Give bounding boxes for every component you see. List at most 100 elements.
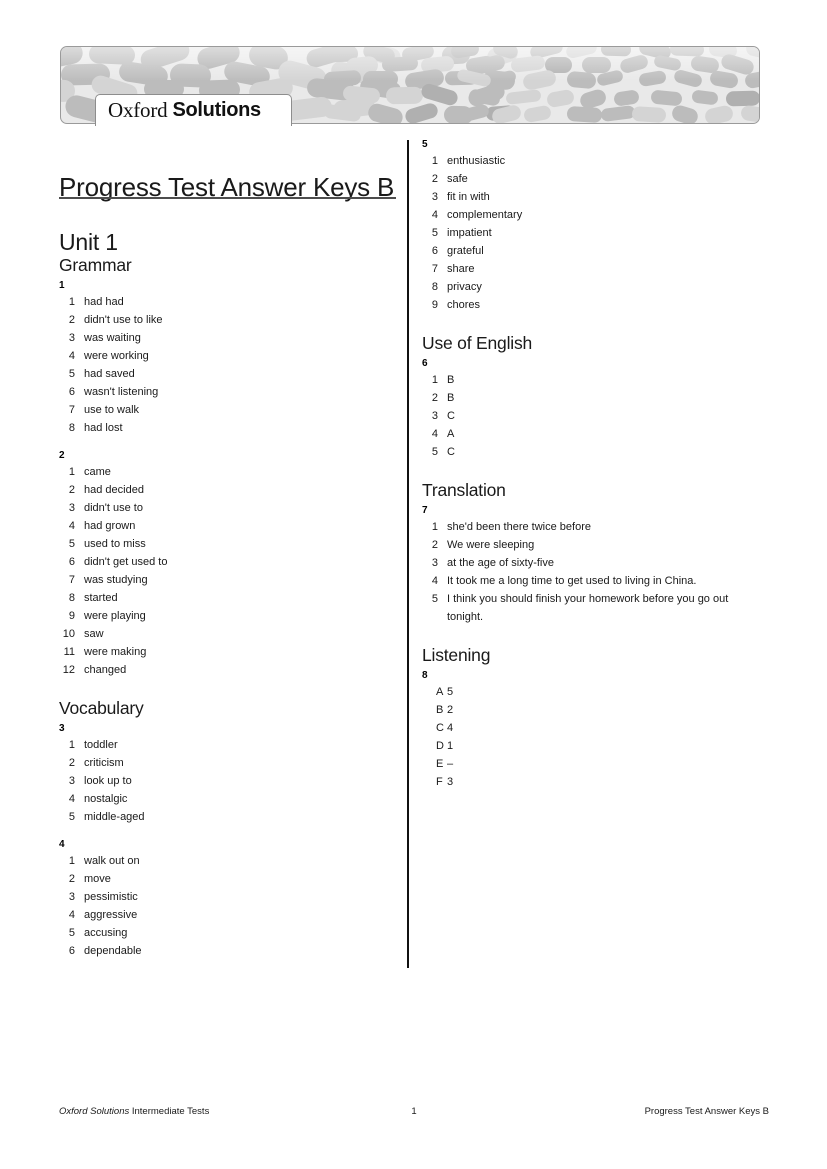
banner-blob: [366, 101, 405, 123]
answer-value: chores: [447, 299, 481, 311]
answer-value: accusing: [84, 927, 128, 939]
answer-item: 4 were working: [59, 347, 389, 365]
answer-value: –: [447, 758, 454, 770]
answer-marker: D: [436, 740, 444, 752]
answer-list: 1 enthusiastic 2 safe 3 fit in with 4 complemen…: [422, 152, 767, 314]
answer-item: 4A: [422, 425, 767, 443]
answer-value: had lost: [84, 422, 123, 434]
answer-marker: B: [436, 704, 444, 716]
footer-series-suffix: Intermediate Tests: [131, 1106, 210, 1117]
answer-item: 3 look up to: [59, 772, 389, 790]
answer-value: middle-aged: [84, 811, 145, 823]
footer-page-number: 1: [411, 1106, 417, 1117]
exercise-number: 3: [59, 723, 65, 734]
title-divider-rule: [59, 197, 396, 199]
answer-marker: 8: [431, 281, 438, 293]
answer-list: 1 had had 2 didn't use to like 3 was waiting 4…: [59, 293, 389, 437]
section-heading: Translation: [422, 480, 506, 500]
answer-list: 1 came 2 had decided 3 didn't use to 4 had grow…: [59, 463, 389, 679]
answer-value: safe: [447, 173, 468, 185]
answer-marker: 2: [68, 757, 75, 769]
unit-heading: Unit 1: [59, 229, 118, 256]
answer-marker: 4: [431, 575, 438, 587]
answer-item: B2: [422, 701, 767, 719]
answer-item: 2B: [422, 389, 767, 407]
answer-item: 2 criticism: [59, 754, 389, 772]
logo-solutions-text: Solutions: [172, 99, 261, 121]
banner-blob: [613, 88, 641, 107]
answer-value: A: [447, 428, 455, 440]
footer-right: Progress Test Answer Keys B: [644, 1106, 769, 1117]
answer-marker: C: [436, 722, 444, 734]
answer-item: 7 was studying: [59, 571, 389, 589]
answer-value: It took me a long time to get used to li…: [447, 575, 697, 587]
answer-item: D1: [422, 737, 767, 755]
answer-value: grateful: [447, 245, 484, 257]
answer-item: 2 had decided: [59, 481, 389, 499]
answer-marker: 4: [431, 428, 438, 440]
answer-value: 2: [447, 704, 454, 716]
answer-item: 2 We were sleeping: [422, 536, 767, 554]
banner-blob: [725, 90, 759, 106]
oxford-solutions-logo: Oxford Solutions: [95, 94, 292, 126]
answer-marker: 5: [431, 593, 438, 605]
footer-left: Oxford Solutions Intermediate Tests: [59, 1106, 384, 1117]
answer-value: nostalgic: [84, 793, 128, 805]
banner-blob: [670, 103, 701, 123]
answer-item: 6 wasn't listening: [59, 383, 389, 401]
answer-item: 2 safe: [422, 170, 767, 188]
answer-item: 4 nostalgic: [59, 790, 389, 808]
answer-item: 8 had lost: [59, 419, 389, 437]
answer-value: share: [447, 263, 475, 275]
answer-item: 8 started: [59, 589, 389, 607]
answer-value: C: [447, 446, 455, 458]
banner-blob: [650, 89, 683, 107]
answer-value: had decided: [84, 484, 144, 496]
answer-marker: 3: [68, 332, 75, 344]
section-heading: Use of English: [422, 333, 533, 353]
answer-value: criticism: [84, 757, 124, 769]
answer-marker: 1: [431, 155, 438, 167]
answer-value: pessimistic: [84, 891, 138, 903]
answer-item: C4: [422, 719, 767, 737]
left-column: Grammar 1 1 had had 2 didn't use to like 3 was …: [59, 255, 389, 960]
answer-marker: 10: [62, 628, 75, 640]
answer-value: were working: [84, 350, 149, 362]
answer-marker: 3: [68, 775, 75, 787]
answer-item: 10 saw: [59, 625, 389, 643]
answer-value: dependable: [84, 945, 142, 957]
answer-marker: 7: [431, 263, 438, 275]
answer-item: 3C: [422, 407, 767, 425]
answer-list: 1 walk out on 2 move 3 pessimistic 4 aggressive…: [59, 852, 389, 960]
answer-marker: 6: [431, 245, 438, 257]
answer-marker: 4: [68, 350, 75, 362]
answer-marker: 8: [68, 422, 75, 434]
answer-value: 1: [447, 740, 454, 752]
answer-value: 5: [447, 686, 454, 698]
answer-marker: 9: [68, 610, 75, 622]
answer-marker: 12: [62, 664, 75, 676]
exercise-number: 6: [422, 358, 428, 369]
answer-marker: F: [436, 776, 443, 788]
answer-value: We were sleeping: [447, 539, 535, 551]
answer-value: C: [447, 410, 455, 422]
answer-item: E –: [422, 755, 767, 773]
answer-item: A5: [422, 683, 767, 701]
answer-marker: 7: [68, 574, 75, 586]
answer-item: 5C: [422, 443, 767, 461]
answer-item: 1B: [422, 371, 767, 389]
answer-value: didn't use to: [84, 502, 143, 514]
right-column: 5 1 enthusiastic 2 safe 3 fit in with 4 compleme…: [422, 139, 767, 791]
banner-blob: [739, 104, 759, 123]
answer-value: move: [84, 873, 111, 885]
banner-blob: [385, 86, 424, 105]
answer-item: 4 It took me a long time to get used to l…: [422, 572, 767, 590]
answer-value: complementary: [447, 209, 523, 221]
footer-series-name: Oxford Solutions: [59, 1106, 130, 1117]
answer-item: 3 at the age of sixty-five: [422, 554, 767, 572]
answer-marker: 2: [431, 539, 438, 551]
section-heading: Listening: [422, 645, 491, 665]
exercise-number: 8: [422, 670, 428, 681]
answer-marker: 11: [63, 646, 75, 658]
banner-blob: [546, 88, 576, 108]
